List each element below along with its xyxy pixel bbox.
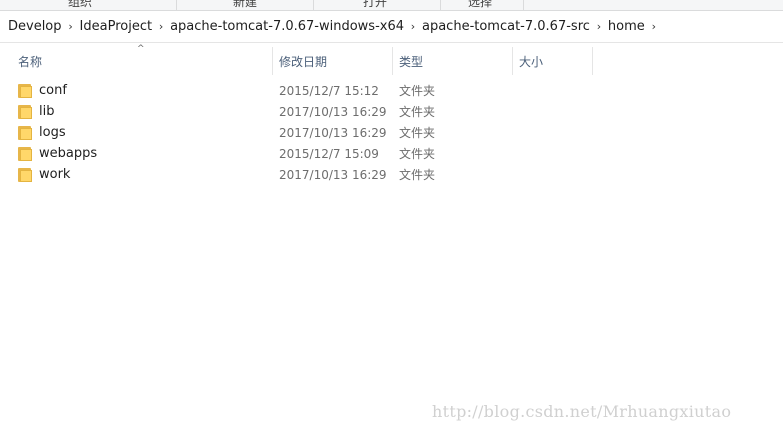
column-header-size[interactable]: 大小	[513, 43, 593, 79]
file-row-logs[interactable]: logs 2017/10/13 16:29 文件夹	[0, 122, 783, 143]
ribbon-group-open: 打开	[362, 0, 387, 9]
column-header-date-modified[interactable]: 修改日期	[273, 43, 393, 79]
address-bar[interactable]: Develop › IdeaProject › apache-tomcat-7.…	[0, 11, 783, 43]
file-modified-date: 2015/12/7 15:09	[279, 146, 379, 161]
file-row-conf[interactable]: conf 2015/12/7 15:12 文件夹	[0, 80, 783, 101]
ribbon-group-strip: 组织 新建 打开 选择	[0, 0, 783, 11]
file-type: 文件夹	[399, 126, 436, 140]
file-row-lib[interactable]: lib 2017/10/13 16:29 文件夹	[0, 101, 783, 122]
file-name: logs	[39, 125, 66, 140]
file-row-work[interactable]: work 2017/10/13 16:29 文件夹	[0, 164, 783, 185]
file-type: 文件夹	[399, 147, 436, 161]
file-name: lib	[39, 104, 55, 119]
folder-icon	[18, 104, 33, 120]
ribbon-group-organize: 组织	[67, 0, 92, 9]
file-name: conf	[39, 83, 67, 98]
column-resize-handle[interactable]	[592, 47, 593, 75]
chevron-right-icon[interactable]: ›	[62, 20, 80, 33]
file-modified-date: 2015/12/7 15:12	[279, 83, 379, 98]
ribbon-separator	[523, 0, 524, 10]
file-modified-date: 2017/10/13 16:29	[279, 104, 387, 119]
chevron-right-icon[interactable]: ›	[645, 20, 663, 33]
ribbon-group-new: 新建	[232, 0, 257, 9]
folder-icon	[18, 83, 33, 99]
file-name: work	[39, 167, 71, 182]
chevron-right-icon[interactable]: ›	[152, 20, 170, 33]
column-header-date-label: 修改日期	[279, 54, 328, 69]
ribbon-separator	[313, 0, 314, 10]
chevron-right-icon[interactable]: ›	[404, 20, 422, 33]
folder-icon	[18, 167, 33, 183]
ribbon-group-select: 选择	[467, 0, 492, 9]
file-list: conf 2015/12/7 15:12 文件夹 lib 2017/10/13 …	[0, 80, 783, 185]
file-type: 文件夹	[399, 105, 436, 119]
folder-icon	[18, 125, 33, 141]
file-name-cell: conf	[18, 80, 67, 101]
column-header-size-label: 大小	[519, 54, 544, 69]
file-modified-date: 2017/10/13 16:29	[279, 125, 387, 140]
file-type: 文件夹	[399, 84, 436, 98]
file-name-cell: lib	[18, 101, 54, 122]
breadcrumb-item-tomcat-windows[interactable]: apache-tomcat-7.0.67-windows-x64	[170, 19, 404, 34]
file-name-cell: work	[18, 164, 70, 185]
file-modified-date: 2017/10/13 16:29	[279, 167, 387, 182]
column-header-name-label: 名称	[18, 54, 43, 69]
column-header-type-label: 类型	[399, 54, 424, 69]
breadcrumb-item-tomcat-src[interactable]: apache-tomcat-7.0.67-src	[422, 19, 590, 34]
column-header-name[interactable]: 名称	[12, 43, 272, 79]
breadcrumb-item-home[interactable]: home	[608, 19, 645, 34]
watermark-text: http://blog.csdn.net/Mrhuangxiutao	[432, 402, 732, 421]
file-name: webapps	[39, 146, 98, 161]
file-name-cell: logs	[18, 122, 66, 143]
breadcrumb-item-ideaproject[interactable]: IdeaProject	[80, 19, 153, 34]
breadcrumb-item-develop[interactable]: Develop	[8, 19, 62, 34]
chevron-right-icon[interactable]: ›	[590, 20, 608, 33]
file-name-cell: webapps	[18, 143, 97, 164]
ribbon-separator	[176, 0, 177, 10]
column-header-row: ^ 名称 修改日期 类型 大小	[0, 43, 783, 79]
folder-icon	[18, 146, 33, 162]
file-explorer-window: 组织 新建 打开 选择 Develop › IdeaProject › apac…	[0, 0, 783, 433]
file-type: 文件夹	[399, 168, 436, 182]
column-header-type[interactable]: 类型	[393, 43, 513, 79]
file-row-webapps[interactable]: webapps 2015/12/7 15:09 文件夹	[0, 143, 783, 164]
breadcrumb: Develop › IdeaProject › apache-tomcat-7.…	[8, 11, 663, 42]
